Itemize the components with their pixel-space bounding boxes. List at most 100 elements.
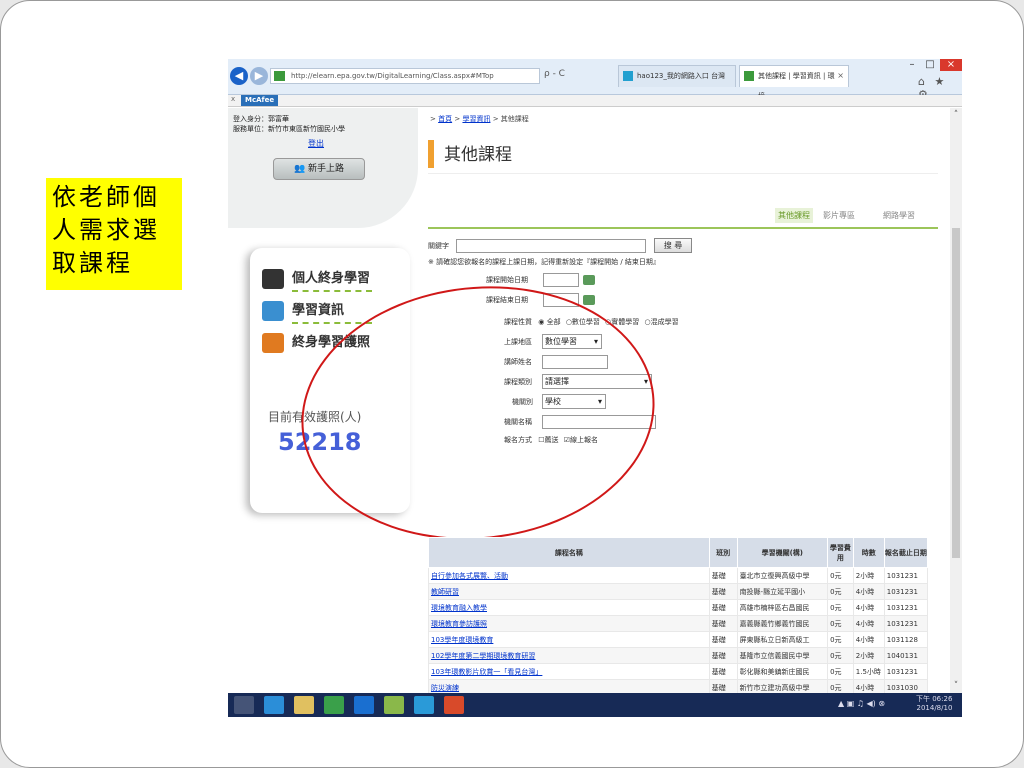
search-button[interactable]: 搜 尋: [654, 238, 692, 253]
table-cell: 新竹市立建功高級中學: [736, 679, 829, 693]
table-cell: 1031231: [883, 663, 929, 680]
course-link[interactable]: 103學年度環境教育: [428, 631, 710, 648]
table-row[interactable]: 103年環教影片欣賞一「看見台灣」 基礎 彰化縣和美鎮新庄國民 0元 1.5小時 1031…: [428, 663, 929, 680]
page-title: 其他課程: [444, 145, 512, 165]
maximize-button[interactable]: □: [922, 59, 938, 71]
course-link[interactable]: 教師研習: [428, 583, 710, 600]
table-cell: 基礎: [708, 631, 738, 648]
windows-start-icon[interactable]: [234, 696, 254, 714]
start-date-row: 課程開始日期: [486, 272, 606, 288]
browser-screenshot: ◀ ▶ http://elearn.epa.gov.tw/DigitalLear…: [228, 59, 962, 717]
divider: [292, 322, 372, 324]
tab-other-courses[interactable]: 其他課程 | 學習資訊 | 環境... ×: [739, 65, 849, 100]
region-label: 上課地區: [504, 338, 532, 346]
table-cell: 1031231: [883, 567, 929, 584]
checkbox-recommend[interactable]: ☐薦送: [538, 436, 558, 444]
ie-icon[interactable]: [264, 696, 284, 714]
system-tray-icons[interactable]: ▲ ▣ ♫ ◀) ⊗: [838, 699, 885, 708]
radio-all[interactable]: ◉ 全部: [538, 318, 560, 326]
note-line-1: 依老師個: [52, 183, 160, 211]
minimize-button[interactable]: –: [904, 59, 920, 71]
end-date-row: 課程結束日期: [486, 292, 606, 308]
tab-close-icon[interactable]: ×: [837, 66, 844, 86]
org-type-row: 機關別 學校 ▾: [512, 394, 672, 410]
newbie-guide-button[interactable]: 👥 新手上路: [273, 158, 365, 180]
table-row[interactable]: 102學年度第二學期環境教育研習 基礎 基隆市立信義國民中學 0元 2小時 1040131: [428, 647, 929, 664]
course-link[interactable]: 環境教育融入教學: [428, 599, 710, 616]
signup-label: 報名方式: [504, 436, 532, 444]
app-icon[interactable]: [324, 696, 344, 714]
clock[interactable]: 下午 06:26 2014/8/10: [916, 695, 952, 713]
home-icon[interactable]: [354, 696, 374, 714]
radio-digital[interactable]: ○數位學習: [566, 318, 600, 326]
radio-physical[interactable]: ○實體學習: [605, 318, 639, 326]
close-window-button[interactable]: ×: [940, 59, 962, 71]
end-date-input[interactable]: [543, 293, 579, 307]
slide: 依老師個 人需求選 取課程 ◀ ▶ http://elearn.epa.gov.…: [0, 0, 1024, 768]
org-type-select[interactable]: 學校 ▾: [542, 394, 606, 409]
clock-time: 下午 06:26: [916, 695, 953, 703]
breadcrumb-info[interactable]: 學習資訊: [462, 115, 490, 123]
table-row[interactable]: 自行參加各式展覽、活動 基礎 臺北市立復興高級中學 0元 2小時 1031231: [428, 567, 929, 584]
calculator-icon[interactable]: [384, 696, 404, 714]
mcafee-button[interactable]: McAfee: [241, 95, 279, 106]
org-name-input[interactable]: [542, 415, 656, 429]
breadcrumb: > 首頁 > 學習資訊 > 其他課程: [430, 114, 529, 124]
col-org: 學習機關(構): [736, 537, 829, 568]
calendar-icon[interactable]: [583, 275, 595, 285]
table-cell: 4小時: [852, 615, 885, 632]
books-icon: [262, 333, 284, 353]
category-row: 課程類別 請選擇 ▾: [504, 374, 724, 390]
tab-online-learning[interactable]: 網路學習: [883, 210, 915, 221]
address-bar[interactable]: http://elearn.epa.gov.tw/DigitalLearning…: [270, 68, 540, 84]
course-table: 課程名稱 班別 學習機關(構) 學習費用 時數 報名截止日期 自行參加各式展覽、…: [428, 537, 929, 693]
search-refresh-icon[interactable]: ρ - C: [544, 69, 565, 79]
table-cell: 基礎: [708, 599, 738, 616]
site-tab-icon: [744, 71, 754, 81]
folder-icon[interactable]: [294, 696, 314, 714]
toolbar-close-icon[interactable]: x: [231, 95, 235, 103]
menu-label: 終身學習護照: [292, 335, 371, 350]
powerpoint-icon[interactable]: [444, 696, 464, 714]
start-date-input[interactable]: [543, 273, 579, 287]
table-cell: 基礎: [708, 567, 738, 584]
calendar-icon[interactable]: [583, 295, 595, 305]
menu-learning-info[interactable]: 學習資訊: [262, 298, 372, 324]
scroll-up-icon[interactable]: ˄: [950, 110, 962, 120]
keyword-row: 關鍵字 搜 尋: [428, 238, 698, 254]
table-row[interactable]: 教師研習 基礎 南投縣-縣立延平國小 0元 4小時 1031231: [428, 583, 929, 600]
scroll-down-icon[interactable]: ˅: [950, 681, 962, 691]
menu-label: 個人終身學習: [292, 271, 371, 286]
logout-link[interactable]: 登出: [308, 138, 324, 149]
course-link[interactable]: 102學年度第二學期環境教育研習: [428, 647, 710, 664]
org-name-row: 機關名稱: [504, 414, 704, 430]
tab-other-courses[interactable]: 其他課程: [775, 208, 813, 223]
table-cell: 2小時: [852, 567, 885, 584]
table-row[interactable]: 環境教育融入教學 基礎 高雄市楠梓區右昌國民 0元 4小時 1031231: [428, 599, 929, 616]
table-row[interactable]: 防災演練 基礎 新竹市立建功高級中學 0元 4小時 1031030: [428, 679, 929, 693]
menu-learning-passport[interactable]: 終身學習護照: [262, 330, 370, 356]
back-button[interactable]: ◀: [230, 67, 248, 85]
breadcrumb-home[interactable]: 首頁: [438, 115, 452, 123]
keyword-input[interactable]: [456, 239, 646, 253]
menu-personal-learning[interactable]: 個人終身學習: [262, 266, 372, 292]
course-link[interactable]: 防災演練: [428, 679, 710, 693]
table-cell: 4小時: [852, 583, 885, 600]
category-select[interactable]: 請選擇 ▾: [542, 374, 652, 389]
teacher-input[interactable]: [542, 355, 608, 369]
page-scrollbar[interactable]: ˄ ˅: [950, 108, 962, 693]
skype-icon[interactable]: [414, 696, 434, 714]
tab-video[interactable]: 影片專區: [823, 210, 855, 221]
tab-hao123[interactable]: hao123_我的網路入口 台灣: [618, 65, 736, 87]
table-cell: 1031231: [883, 615, 929, 632]
course-link[interactable]: 環境教育參訪護照: [428, 615, 710, 632]
course-link[interactable]: 103年環教影片欣賞一「看見台灣」: [428, 663, 710, 680]
table-row[interactable]: 103學年度環境教育 基礎 屏東縣私立日新高級工 0元 4小時 1031128: [428, 631, 929, 648]
course-link[interactable]: 自行參加各式展覽、活動: [428, 567, 710, 584]
forward-button[interactable]: ▶: [250, 67, 268, 85]
region-select[interactable]: 數位學習 ▾: [542, 334, 602, 349]
checkbox-online[interactable]: ☑線上報名: [564, 436, 598, 444]
table-row[interactable]: 環境教育參訪護照 基礎 嘉義縣義竹鄉義竹國民 0元 4小時 1031231: [428, 615, 929, 632]
radio-blended[interactable]: ○混成學習: [645, 318, 679, 326]
scroll-thumb[interactable]: [952, 228, 960, 558]
